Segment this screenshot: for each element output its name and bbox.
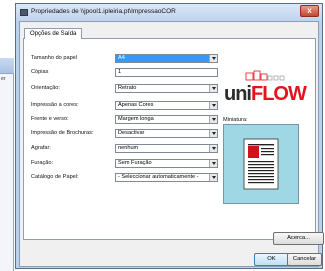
punch-select[interactable]: Sem Furação xyxy=(115,159,218,168)
tab-panel-output-options: Tamanho do papel A4 Cópias 1 Orientação:… xyxy=(23,38,324,245)
cancel-button[interactable]: Cancelar xyxy=(287,253,322,266)
booklet-printing-value: Desactivar xyxy=(118,130,145,136)
paper-size-label: Tamanho do papel xyxy=(31,55,78,61)
color-printing-value: Apenas Cores xyxy=(118,102,154,108)
preview-label: Miniatura: xyxy=(223,117,248,123)
color-printing-select[interactable]: Apenas Cores xyxy=(115,101,218,110)
about-button[interactable]: Acerca... xyxy=(273,232,324,245)
orientation-select[interactable]: Retrato xyxy=(115,84,218,93)
background-window: er xyxy=(0,58,14,271)
logo-text-flow: FLOW xyxy=(251,83,307,105)
chevron-down-icon[interactable] xyxy=(209,145,217,152)
booklet-printing-label: Impressão de Brochuras: xyxy=(31,130,94,136)
orientation-value: Retrato xyxy=(118,85,137,91)
printer-icon xyxy=(20,9,28,16)
logo-device-icons xyxy=(245,70,285,81)
tab-output-options[interactable]: Opções de Saída xyxy=(24,28,83,39)
chevron-down-icon[interactable] xyxy=(209,102,217,109)
staple-select[interactable]: nenhum xyxy=(115,144,218,153)
paper-size-value: A4 xyxy=(118,55,125,61)
paper-catalog-value: - Seleccionar automaticamente - xyxy=(118,174,199,180)
dialog-client-area: Opções de Saída Tamanho do papel A4 Cópi… xyxy=(19,21,324,267)
dialog-title: Propriedades de \\jpool1.ipleiria.pt\Imp… xyxy=(31,8,176,15)
logo-text: uniFLOW xyxy=(224,83,307,106)
booklet-printing-select[interactable]: Desactivar xyxy=(115,129,218,138)
dialog-titlebar[interactable]: Propriedades de \\jpool1.ipleiria.pt\Imp… xyxy=(16,4,322,21)
chevron-down-icon[interactable] xyxy=(209,174,217,181)
close-button[interactable]: x xyxy=(300,5,319,17)
background-window-text: er xyxy=(1,76,6,82)
duplex-label: Frente e verso: xyxy=(31,116,69,122)
printer-properties-dialog: Propriedades de \\jpool1.ipleiria.pt\Imp… xyxy=(15,3,324,269)
staple-label: Agrafar: xyxy=(31,145,51,151)
page-preview-icon xyxy=(243,138,279,190)
uniflow-logo: uniFLOW xyxy=(224,70,307,106)
ok-button[interactable]: OK xyxy=(254,253,289,266)
punch-label: Furação: xyxy=(31,160,54,166)
chevron-down-icon[interactable] xyxy=(209,85,217,92)
punch-value: Sem Furação xyxy=(118,160,152,166)
background-window-titlebar xyxy=(0,58,14,74)
copies-input[interactable]: 1 xyxy=(115,68,218,77)
orientation-label: Orientação: xyxy=(31,85,60,91)
color-printing-label: Impressão a cores: xyxy=(31,102,79,108)
staple-value: nenhum xyxy=(118,145,139,151)
paper-catalog-label: Catálogo de Papel: xyxy=(31,174,79,180)
paper-catalog-select[interactable]: - Seleccionar automaticamente - xyxy=(115,173,218,182)
chevron-down-icon[interactable] xyxy=(209,55,217,62)
duplex-value: Margem longa xyxy=(118,116,154,122)
preview-thumbnail xyxy=(223,124,299,204)
duplex-select[interactable]: Margem longa xyxy=(115,115,218,124)
copies-label: Cópias xyxy=(31,69,49,75)
chevron-down-icon[interactable] xyxy=(209,160,217,167)
copies-value: 1 xyxy=(118,69,122,75)
paper-size-select[interactable]: A4 xyxy=(115,54,218,63)
chevron-down-icon[interactable] xyxy=(209,130,217,137)
logo-text-uni: uni xyxy=(224,83,252,105)
chevron-down-icon[interactable] xyxy=(209,116,217,123)
